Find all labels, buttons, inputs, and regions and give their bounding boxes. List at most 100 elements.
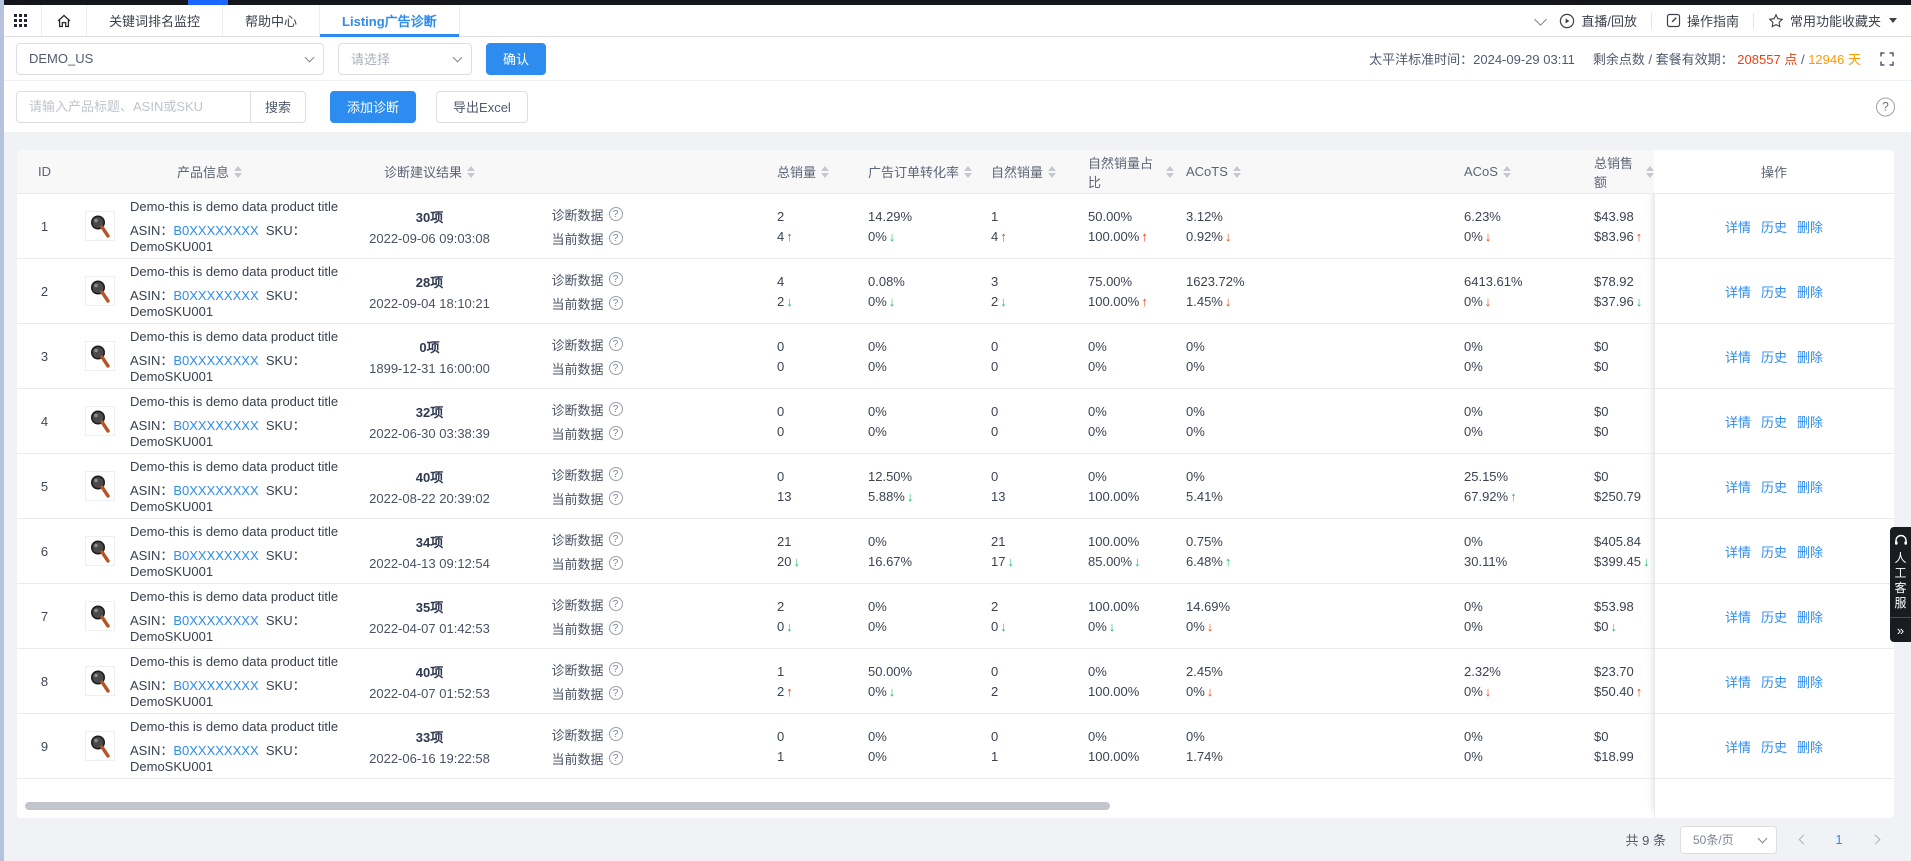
col-header-diagnosis[interactable]: 诊断建议结果: [347, 162, 512, 181]
confirm-button[interactable]: 确认: [486, 43, 546, 75]
sort-caret[interactable]: [1048, 166, 1056, 178]
fullscreen-icon[interactable]: [1879, 51, 1895, 67]
next-page-button[interactable]: [1863, 828, 1887, 852]
customer-service-widget[interactable]: 人工客服 »: [1890, 527, 1911, 642]
horizontal-scrollbar[interactable]: [25, 802, 1110, 810]
question-circle-icon[interactable]: ?: [609, 231, 623, 245]
col-header-acots[interactable]: ACoTS: [1174, 164, 1454, 179]
product-image[interactable]: [85, 601, 115, 631]
detail-link[interactable]: 详情: [1725, 477, 1751, 496]
export-excel-button[interactable]: 导出Excel: [436, 91, 528, 123]
product-image[interactable]: [85, 666, 115, 696]
asin-link[interactable]: B0XXXXXXXX: [173, 483, 258, 498]
delete-link[interactable]: 删除: [1797, 282, 1823, 301]
history-link[interactable]: 历史: [1761, 282, 1787, 301]
question-circle-icon[interactable]: ?: [609, 727, 623, 741]
sort-caret[interactable]: [821, 166, 829, 178]
asin-link[interactable]: B0XXXXXXXX: [173, 223, 258, 238]
search-input[interactable]: [16, 91, 250, 123]
history-link[interactable]: 历史: [1761, 217, 1787, 236]
tab-keyword-rank-monitor[interactable]: 关键词排名监控: [87, 5, 223, 36]
sort-caret[interactable]: [1166, 166, 1174, 178]
col-header-total-revenue[interactable]: 总销售额: [1584, 153, 1654, 191]
question-circle-icon[interactable]: ?: [609, 621, 623, 635]
favorites-link[interactable]: 常用功能收藏夹: [1768, 11, 1897, 30]
asin-link[interactable]: B0XXXXXXXX: [173, 548, 258, 563]
delete-link[interactable]: 删除: [1797, 217, 1823, 236]
detail-link[interactable]: 详情: [1725, 672, 1751, 691]
product-image[interactable]: [85, 471, 115, 501]
question-circle-icon[interactable]: ?: [609, 597, 623, 611]
question-circle-icon[interactable]: ?: [609, 662, 623, 676]
asin-link[interactable]: B0XXXXXXXX: [173, 613, 258, 628]
delete-link[interactable]: 删除: [1797, 542, 1823, 561]
col-header-organic-sales[interactable]: 自然销量: [979, 162, 1074, 181]
add-diagnosis-button[interactable]: 添加诊断: [330, 91, 416, 123]
search-button[interactable]: 搜索: [250, 91, 306, 123]
asin-link[interactable]: B0XXXXXXXX: [173, 678, 258, 693]
sort-caret[interactable]: [964, 166, 972, 178]
detail-link[interactable]: 详情: [1725, 542, 1751, 561]
history-link[interactable]: 历史: [1761, 607, 1787, 626]
question-circle-icon[interactable]: ?: [609, 402, 623, 416]
delete-link[interactable]: 删除: [1797, 737, 1823, 756]
product-image[interactable]: [85, 731, 115, 761]
question-circle-icon[interactable]: ?: [609, 272, 623, 286]
delete-link[interactable]: 删除: [1797, 412, 1823, 431]
product-image[interactable]: [85, 341, 115, 371]
question-circle-icon[interactable]: ?: [609, 207, 623, 221]
apps-menu-button[interactable]: [0, 5, 42, 36]
product-image[interactable]: [85, 536, 115, 566]
chevron-down-icon[interactable]: [1534, 13, 1547, 26]
question-circle-icon[interactable]: ?: [609, 751, 623, 765]
sort-caret[interactable]: [1646, 166, 1654, 178]
history-link[interactable]: 历史: [1761, 542, 1787, 561]
asin-link[interactable]: B0XXXXXXXX: [173, 288, 258, 303]
asin-link[interactable]: B0XXXXXXXX: [173, 418, 258, 433]
help-icon[interactable]: ?: [1876, 97, 1895, 116]
collapse-button[interactable]: »: [1890, 618, 1911, 642]
history-link[interactable]: 历史: [1761, 737, 1787, 756]
question-circle-icon[interactable]: ?: [609, 467, 623, 481]
question-circle-icon[interactable]: ?: [609, 426, 623, 440]
question-circle-icon[interactable]: ?: [609, 532, 623, 546]
current-page[interactable]: 1: [1829, 832, 1849, 847]
question-circle-icon[interactable]: ?: [609, 361, 623, 375]
store-select[interactable]: DEMO_US: [16, 43, 324, 75]
sort-caret[interactable]: [1233, 166, 1241, 178]
guide-link[interactable]: 操作指南: [1666, 11, 1739, 30]
delete-link[interactable]: 删除: [1797, 347, 1823, 366]
asin-link[interactable]: B0XXXXXXXX: [173, 353, 258, 368]
page-size-select[interactable]: 50条/页: [1680, 826, 1777, 854]
col-header-acos[interactable]: ACoS: [1454, 164, 1584, 179]
history-link[interactable]: 历史: [1761, 412, 1787, 431]
sort-caret[interactable]: [467, 166, 475, 178]
history-link[interactable]: 历史: [1761, 347, 1787, 366]
question-circle-icon[interactable]: ?: [609, 556, 623, 570]
delete-link[interactable]: 删除: [1797, 477, 1823, 496]
tab-listing-ad-diagnosis[interactable]: Listing广告诊断: [320, 5, 460, 36]
home-button[interactable]: [42, 5, 87, 36]
question-circle-icon[interactable]: ?: [609, 296, 623, 310]
asin-link[interactable]: B0XXXXXXXX: [173, 743, 258, 758]
detail-link[interactable]: 详情: [1725, 737, 1751, 756]
sort-caret[interactable]: [234, 166, 242, 178]
product-image[interactable]: [85, 211, 115, 241]
col-header-organic-ratio[interactable]: 自然销量占比: [1074, 153, 1174, 191]
live-replay-link[interactable]: 直播/回放: [1559, 11, 1637, 30]
sort-caret[interactable]: [1503, 166, 1511, 178]
prev-page-button[interactable]: [1791, 828, 1815, 852]
tab-help-center[interactable]: 帮助中心: [223, 5, 320, 36]
history-link[interactable]: 历史: [1761, 672, 1787, 691]
question-circle-icon[interactable]: ?: [609, 337, 623, 351]
col-header-total-sales[interactable]: 总销量: [662, 162, 862, 181]
delete-link[interactable]: 删除: [1797, 607, 1823, 626]
detail-link[interactable]: 详情: [1725, 217, 1751, 236]
product-image[interactable]: [85, 406, 115, 436]
detail-link[interactable]: 详情: [1725, 412, 1751, 431]
detail-link[interactable]: 详情: [1725, 282, 1751, 301]
type-select[interactable]: 请选择: [338, 43, 472, 75]
detail-link[interactable]: 详情: [1725, 347, 1751, 366]
detail-link[interactable]: 详情: [1725, 607, 1751, 626]
history-link[interactable]: 历史: [1761, 477, 1787, 496]
